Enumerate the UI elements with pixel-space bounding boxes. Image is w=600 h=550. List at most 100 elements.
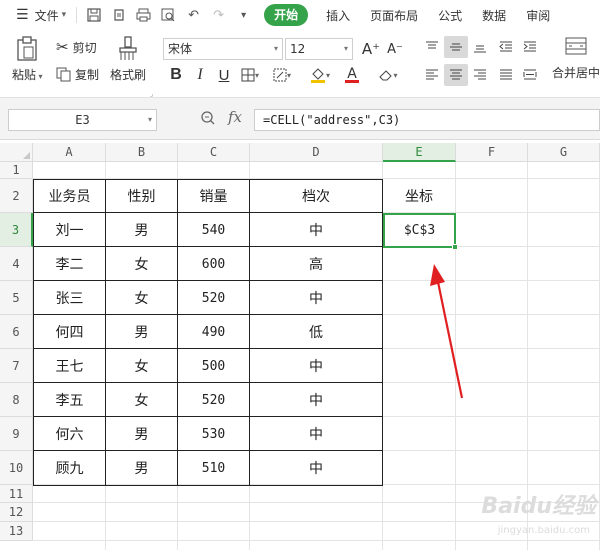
row-header-9[interactable]: 9 <box>0 417 33 451</box>
export-icon[interactable] <box>106 8 131 22</box>
fill-color-button[interactable]: ▾ <box>308 64 332 86</box>
formula-input[interactable]: =CELL("address",C3) <box>254 109 600 131</box>
table-cell[interactable]: 男 <box>106 452 177 484</box>
table-cell[interactable]: 中 <box>250 350 382 382</box>
font-name-select[interactable]: 宋体 ▾ <box>163 38 283 60</box>
undo-icon[interactable]: ↶ <box>181 8 206 23</box>
table-cell[interactable]: 女 <box>106 384 177 416</box>
print-preview-icon[interactable] <box>156 8 181 22</box>
tab-page-layout[interactable]: 页面布局 <box>360 7 428 24</box>
table-cell[interactable]: 中 <box>250 384 382 416</box>
font-size-select[interactable]: 12 ▾ <box>285 38 353 60</box>
table-cell[interactable]: 中 <box>250 282 382 314</box>
insert-function-button[interactable]: fx <box>228 108 242 126</box>
table-header-cell[interactable]: 业务员 <box>34 180 105 212</box>
paste-button[interactable]: 粘贴 ▾ <box>12 36 43 83</box>
table-cell[interactable]: 490 <box>178 316 249 348</box>
cut-button[interactable]: ✂ 剪切 <box>56 38 97 56</box>
table-cell[interactable]: 刘一 <box>34 214 105 246</box>
table-cell[interactable]: 520 <box>178 384 249 416</box>
tab-formulas[interactable]: 公式 <box>428 7 472 24</box>
table-cell[interactable]: 女 <box>106 350 177 382</box>
justify-button[interactable] <box>494 64 518 86</box>
table-header-cell[interactable]: 档次 <box>250 180 382 212</box>
tab-home[interactable]: 开始 <box>264 4 309 26</box>
row-header-10[interactable]: 10 <box>0 451 33 485</box>
name-box[interactable]: E3 ▾ <box>8 109 157 131</box>
table-cell[interactable]: 男 <box>106 418 177 450</box>
tab-insert[interactable]: 插入 <box>316 7 360 24</box>
cell-style-button[interactable]: ▾ <box>270 64 294 86</box>
column-header-g[interactable]: G <box>528 143 600 162</box>
align-right-button[interactable] <box>468 64 492 86</box>
table-cell[interactable]: 男 <box>106 214 177 246</box>
clear-format-button[interactable]: ▾ <box>376 64 400 86</box>
tab-data[interactable]: 数据 <box>472 7 516 24</box>
table-cell[interactable]: 何四 <box>34 316 105 348</box>
shrink-font-button[interactable]: A⁻ <box>383 38 407 60</box>
table-cell[interactable]: 王七 <box>34 350 105 382</box>
row-header-7[interactable]: 7 <box>0 349 33 383</box>
table-cell[interactable]: 女 <box>106 282 177 314</box>
borders-button[interactable]: ▾ <box>238 64 262 86</box>
row-header-12[interactable]: 12 <box>0 503 33 522</box>
table-cell[interactable]: 500 <box>178 350 249 382</box>
merge-center-button[interactable]: 合并居中 <box>552 36 600 81</box>
row-header-2[interactable]: 2 <box>0 179 33 213</box>
distributed-align-button[interactable] <box>518 64 542 86</box>
fill-handle[interactable] <box>452 244 458 250</box>
row-header-13[interactable]: 13 <box>0 522 33 541</box>
table-cell[interactable]: 李二 <box>34 248 105 280</box>
column-header-e[interactable]: E <box>383 143 456 162</box>
table-cell[interactable]: 张三 <box>34 282 105 314</box>
table-cell[interactable]: 中 <box>250 418 382 450</box>
bold-button[interactable]: B <box>164 64 188 86</box>
table-cell[interactable]: 李五 <box>34 384 105 416</box>
table-cell[interactable]: 530 <box>178 418 249 450</box>
table-cell[interactable]: 低 <box>250 316 382 348</box>
align-bottom-button[interactable] <box>468 36 492 58</box>
increase-indent-button[interactable] <box>518 36 542 58</box>
table-cell[interactable]: 600 <box>178 248 249 280</box>
align-middle-button[interactable] <box>444 36 468 58</box>
table-header-cell[interactable]: 性别 <box>106 180 177 212</box>
table-cell[interactable]: 510 <box>178 452 249 484</box>
column-header-b[interactable]: B <box>106 143 178 162</box>
align-center-button[interactable] <box>444 64 468 86</box>
row-header-11[interactable]: 11 <box>0 485 33 503</box>
clipboard-group-launcher-icon[interactable]: ⌟ <box>150 90 153 98</box>
row-header-8[interactable]: 8 <box>0 383 33 417</box>
table-cell[interactable]: 男 <box>106 316 177 348</box>
zoom-search-icon[interactable] <box>200 110 216 130</box>
table-cell[interactable]: 高 <box>250 248 382 280</box>
table-cell[interactable]: 540 <box>178 214 249 246</box>
font-color-button[interactable]: A <box>340 64 364 86</box>
tab-review[interactable]: 审阅 <box>516 7 560 24</box>
align-left-button[interactable] <box>420 64 444 86</box>
quick-access-dropdown-icon[interactable]: ▾ <box>231 10 256 21</box>
copy-button[interactable]: 复制 <box>56 66 99 83</box>
selected-cell-e3[interactable]: $C$3 <box>383 213 458 250</box>
column-header-d[interactable]: D <box>250 143 383 162</box>
italic-button[interactable]: I <box>188 64 212 86</box>
row-header-6[interactable]: 6 <box>0 315 33 349</box>
column-header-a[interactable]: A <box>33 143 106 162</box>
e-column-header-cell[interactable]: 坐标 <box>383 180 455 212</box>
decrease-indent-button[interactable] <box>494 36 518 58</box>
file-menu[interactable]: ☰ 文件 ▾ <box>0 0 72 30</box>
format-painter-button[interactable]: 格式刷 <box>110 36 146 83</box>
redo-icon[interactable]: ↷ <box>206 8 231 23</box>
row-header-4[interactable]: 4 <box>0 247 33 281</box>
table-cell[interactable]: 女 <box>106 248 177 280</box>
table-cell[interactable]: 何六 <box>34 418 105 450</box>
table-cell[interactable]: 顾九 <box>34 452 105 484</box>
select-all-corner[interactable] <box>0 143 33 162</box>
table-cell[interactable]: 520 <box>178 282 249 314</box>
grow-font-button[interactable]: A⁺ <box>359 38 383 60</box>
table-header-cell[interactable]: 销量 <box>178 180 249 212</box>
column-header-f[interactable]: F <box>456 143 528 162</box>
table-cell[interactable]: 中 <box>250 214 382 246</box>
print-icon[interactable] <box>131 8 156 22</box>
row-header-1[interactable]: 1 <box>0 162 33 179</box>
align-top-button[interactable] <box>420 36 444 58</box>
